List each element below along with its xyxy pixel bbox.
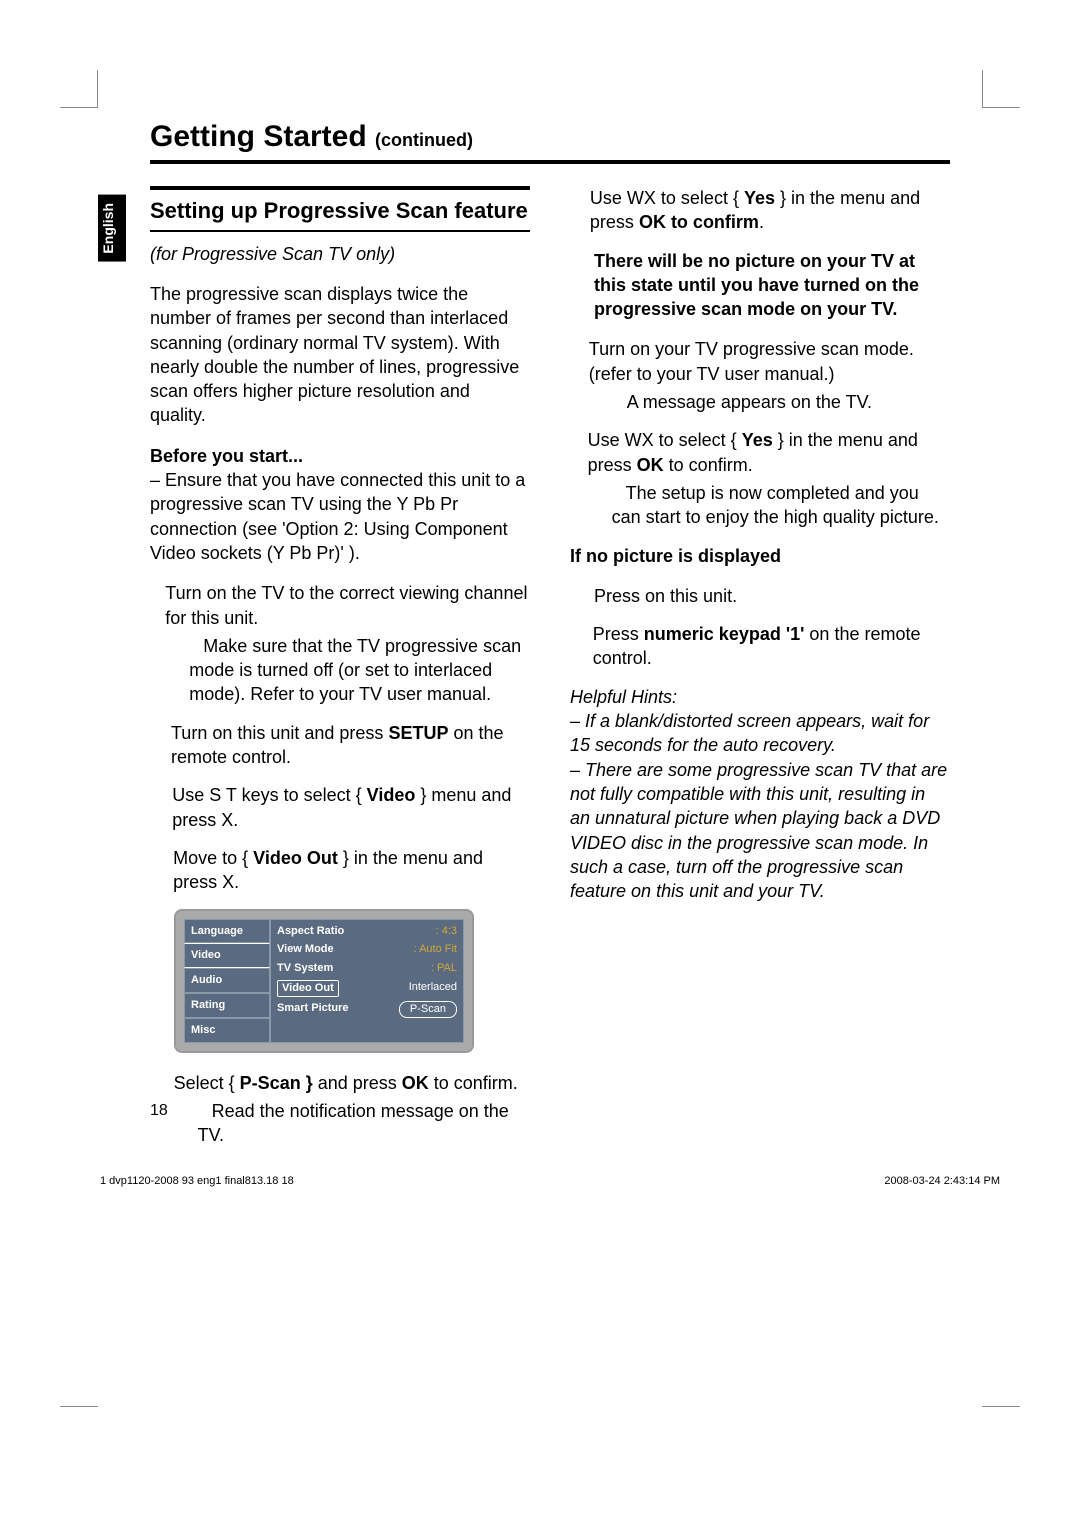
footer: 1 dvp1120-2008 93 eng1 final813.18 18 20…	[100, 1175, 1000, 1187]
warning-text: There will be no picture on your TV at t…	[570, 249, 950, 322]
step-text: and press	[313, 1073, 402, 1093]
before-heading: Before you start...	[150, 444, 530, 468]
crop-mark	[60, 70, 98, 108]
osd-key: Smart Picture	[277, 1001, 349, 1018]
hint-1: – If a blank/distorted screen appears, w…	[570, 709, 950, 758]
step-text: Use WX to select {	[590, 188, 744, 208]
title-suffix: (continued)	[375, 130, 473, 150]
page-number: 18	[150, 1100, 168, 1122]
osd-key: Aspect Ratio	[277, 924, 344, 939]
pscan-label: P-Scan }	[240, 1073, 313, 1093]
osd-menu-tabs: Language Video Audio Rating Misc	[184, 919, 270, 1043]
ok-label: OK	[402, 1073, 429, 1093]
bullet-icon	[150, 783, 162, 832]
step-4: Move to { Video Out } in the menu and pr…	[150, 846, 530, 895]
footer-right: 2008-03-24 2:43:14 PM	[884, 1175, 1000, 1187]
step-text: Select {	[174, 1073, 240, 1093]
divider	[150, 160, 950, 164]
ok-confirm-label: OK to confirm	[639, 212, 759, 232]
bullet-icon	[150, 846, 163, 895]
step-text: to confirm.	[664, 455, 753, 475]
osd-tab-audio: Audio	[184, 968, 270, 993]
step-sub: Make sure that the TV progressive scan m…	[189, 636, 521, 705]
osd-tab-misc: Misc	[184, 1018, 270, 1043]
right-column: Use WX to select { Yes } in the menu and…	[570, 186, 950, 1162]
step-3: Use S T keys to select { Video } menu an…	[150, 783, 530, 832]
step-6: Use WX to select { Yes } in the menu and…	[570, 186, 950, 235]
osd-value: : 4:3	[436, 924, 457, 939]
osd-key: Video Out	[277, 980, 339, 997]
osd-menu: Language Video Audio Rating Misc Aspect …	[174, 909, 474, 1053]
crop-mark	[982, 70, 1020, 108]
osd-tab-language: Language	[184, 919, 270, 944]
step-text: Turn on the TV to the correct viewing ch…	[165, 583, 527, 627]
step-8: Use WX to select { Yes } in the menu and…	[570, 428, 950, 529]
intro-text: The progressive scan displays twice the …	[150, 282, 530, 428]
setup-label: SETUP	[388, 723, 448, 743]
language-tab: English	[98, 195, 126, 262]
numeric-1-label: numeric keypad '1'	[644, 624, 805, 644]
hint-2: – There are some progressive scan TV tha…	[570, 758, 950, 904]
osd-tab-rating: Rating	[184, 993, 270, 1018]
step-7: Turn on your TV progressive scan mode. (…	[570, 337, 950, 414]
hints-block: Helpful Hints: – If a blank/distorted sc…	[570, 685, 950, 904]
bullet-icon	[570, 186, 580, 235]
video-out-label: Video Out	[253, 848, 338, 868]
bullet-icon	[150, 721, 161, 770]
step-text: Use WX to select {	[588, 430, 742, 450]
osd-menu-options: Aspect Ratio : 4:3 View Mode : Auto Fit TV…	[270, 919, 464, 1043]
step-5: Select { P-Scan } and press OK to confir…	[150, 1071, 530, 1148]
no-picture-heading: If no picture is displayed	[570, 544, 950, 568]
footer-left: 1 dvp1120-2008 93 eng1 final813.18 18	[100, 1175, 294, 1187]
step-text: Turn on this unit and press	[171, 723, 388, 743]
bullet-icon	[570, 337, 579, 414]
yes-label: Yes	[742, 430, 773, 450]
bullet-icon	[570, 428, 578, 529]
step-text: Use S T keys to select {	[172, 785, 366, 805]
hints-heading: Helpful Hints:	[570, 685, 950, 709]
osd-value: Interlaced	[409, 980, 457, 997]
step-sub: A message appears on the TV.	[627, 392, 872, 412]
step-text: Press on this unit.	[594, 584, 737, 608]
step-2: Turn on this unit and press SETUP on the…	[150, 721, 530, 770]
step-sub: The setup is now completed and you can s…	[612, 483, 939, 527]
osd-tab-video: Video	[184, 943, 270, 968]
osd-value-pscan: P-Scan	[399, 1001, 457, 1018]
ok-label: OK	[637, 455, 664, 475]
subtitle: (for Progressive Scan TV only)	[150, 242, 530, 266]
yes-label: Yes	[744, 188, 775, 208]
step-text: Turn on your TV progressive scan mode. (…	[589, 339, 914, 383]
bullet-icon	[570, 622, 583, 671]
step-text: .	[759, 212, 764, 232]
section-heading: Setting up Progressive Scan feature	[150, 186, 530, 232]
bullet-icon	[150, 581, 155, 706]
step-text: Move to {	[173, 848, 253, 868]
title-main: Getting Started	[150, 120, 367, 153]
no-picture-step-2: Press numeric keypad '1' on the remote c…	[570, 622, 950, 671]
before-text: – Ensure that you have connected this un…	[150, 468, 530, 565]
step-text: Press	[593, 624, 644, 644]
bullet-icon	[570, 584, 584, 608]
step-sub: Read the notification message on the TV.	[198, 1101, 509, 1145]
no-picture-step-1: Press on this unit.	[570, 584, 950, 608]
crop-mark	[982, 1406, 1020, 1444]
osd-key: TV System	[277, 961, 333, 976]
crop-mark	[60, 1406, 98, 1444]
video-label: Video	[367, 785, 416, 805]
left-column: Setting up Progressive Scan feature (for…	[150, 186, 530, 1162]
step-1: Turn on the TV to the correct viewing ch…	[150, 581, 530, 706]
step-text: to confirm.	[429, 1073, 518, 1093]
osd-key: View Mode	[277, 942, 334, 957]
osd-value: : PAL	[431, 961, 457, 976]
page-title: Getting Started (continued)	[150, 120, 950, 154]
osd-value: : Auto Fit	[414, 942, 457, 957]
